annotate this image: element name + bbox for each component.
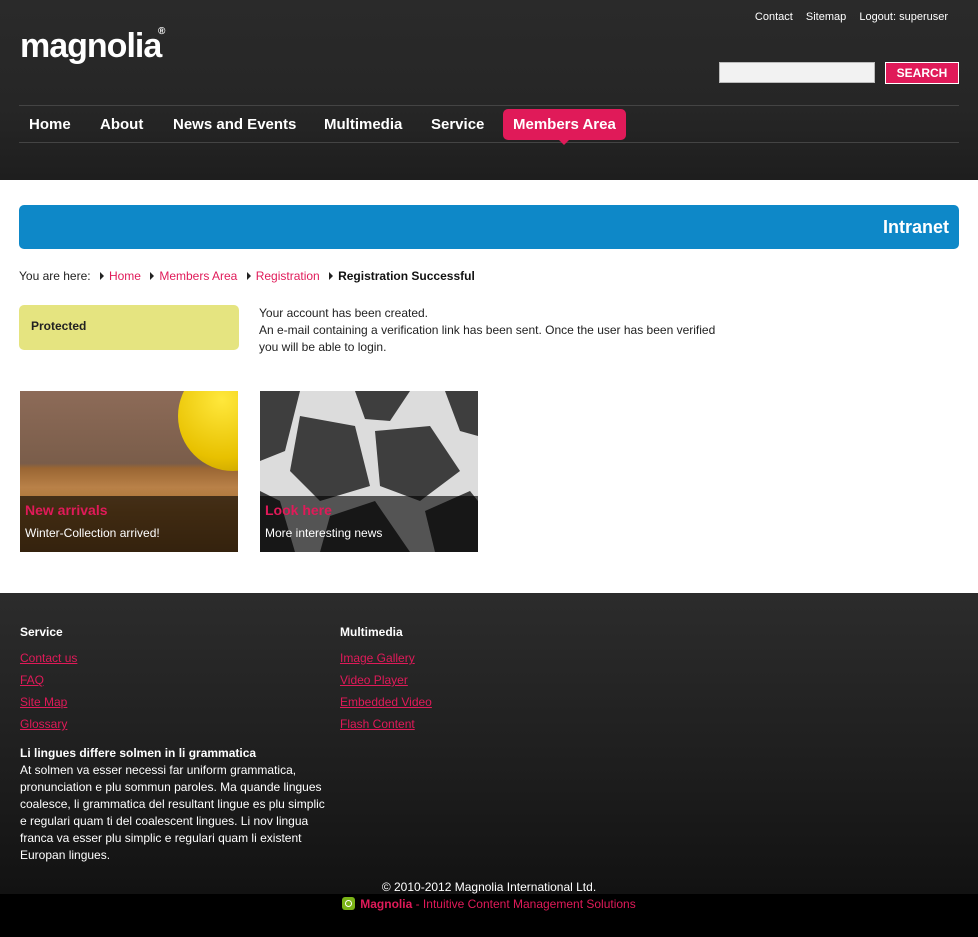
- powered-by[interactable]: Magnolia - Intuitive Content Management …: [0, 897, 978, 911]
- protected-label: Protected: [31, 319, 87, 333]
- footer-column-heading: Service: [20, 625, 63, 639]
- footer-text-block: Li lingues differe solmen in li grammati…: [20, 745, 325, 864]
- logo-registered-mark: ®: [158, 26, 166, 37]
- magnolia-icon: [342, 897, 356, 910]
- nav-item-service[interactable]: Service: [421, 109, 494, 140]
- breadcrumb-arrow-icon: [246, 272, 251, 280]
- logo-wordmark: magnolia: [20, 27, 162, 65]
- footer-link-glossary[interactable]: Glossary: [20, 713, 77, 735]
- nav-item-multimedia[interactable]: Multimedia: [314, 109, 412, 140]
- footer-link-image-gallery[interactable]: Image Gallery: [340, 647, 432, 669]
- breadcrumb-arrow-icon: [99, 272, 104, 280]
- teaser-title[interactable]: Look here: [265, 502, 332, 518]
- powered-text[interactable]: - Intuitive Content Management Solutions: [412, 897, 636, 911]
- footer-link-embedded-video[interactable]: Embedded Video: [340, 691, 432, 713]
- search-input[interactable]: [719, 62, 875, 83]
- breadcrumb-link-registration[interactable]: Registration: [256, 269, 320, 283]
- logout-link[interactable]: Logout: superuser: [859, 11, 948, 23]
- top-links: Contact Sitemap Logout: superuser: [745, 11, 948, 23]
- contact-link[interactable]: Contact: [755, 11, 793, 23]
- footer-link-flash-content[interactable]: Flash Content: [340, 713, 432, 735]
- teaser-caption: Look here More interesting news: [260, 496, 478, 552]
- breadcrumb-arrow-icon: [150, 272, 155, 280]
- site-header: magnolia ® Contact Sitemap Logout: super…: [0, 0, 978, 180]
- site-footer: Service Contact us FAQ Site Map Glossary…: [0, 593, 978, 937]
- footer-text-heading: Li lingues differe solmen in li grammati…: [20, 746, 257, 760]
- section-banner: Intranet: [19, 205, 959, 249]
- teaser-new-arrivals[interactable]: New arrivals Winter-Collection arrived!: [20, 391, 238, 552]
- footer-link-site-map[interactable]: Site Map: [20, 691, 77, 713]
- footer-link-video-player[interactable]: Video Player: [340, 669, 432, 691]
- footer-column-heading: Multimedia: [340, 625, 403, 639]
- main-navigation: Home About News and Events Multimedia Se…: [19, 105, 959, 145]
- registration-message: Your account has been created. An e-mail…: [259, 305, 729, 356]
- breadcrumb-arrow-icon: [329, 272, 334, 280]
- nav-item-about[interactable]: About: [90, 109, 153, 140]
- breadcrumb-link-home[interactable]: Home: [109, 269, 141, 283]
- protected-badge: Protected: [19, 305, 239, 350]
- teaser-title[interactable]: New arrivals: [25, 502, 108, 518]
- breadcrumb-link-members-area[interactable]: Members Area: [159, 269, 237, 283]
- footer-column-service: Service Contact us FAQ Site Map Glossary: [20, 625, 77, 735]
- teaser-description: Winter-Collection arrived!: [25, 526, 160, 540]
- message-line-2: An e-mail containing a verification link…: [259, 323, 716, 354]
- teaser-image-yellow-object: [178, 391, 238, 471]
- message-line-1: Your account has been created.: [259, 306, 429, 320]
- magnolia-logo[interactable]: magnolia ®: [20, 26, 180, 70]
- nav-item-members-area[interactable]: Members Area: [503, 109, 626, 145]
- copyright: © 2010-2012 Magnolia International Ltd.: [381, 880, 597, 894]
- footer-link-faq[interactable]: FAQ: [20, 669, 77, 691]
- teaser-look-here[interactable]: Look here More interesting news: [260, 391, 478, 552]
- sitemap-link[interactable]: Sitemap: [806, 11, 846, 23]
- nav-item-home[interactable]: Home: [19, 109, 81, 140]
- teaser-description: More interesting news: [265, 526, 383, 540]
- breadcrumb-prefix: You are here:: [19, 269, 91, 283]
- teaser-caption: New arrivals Winter-Collection arrived!: [20, 496, 238, 552]
- banner-title: Intranet: [882, 217, 949, 237]
- powered-brand[interactable]: Magnolia: [360, 897, 412, 911]
- nav-item-news-and-events[interactable]: News and Events: [163, 109, 306, 140]
- breadcrumb-current: Registration Successful: [338, 269, 475, 283]
- footer-link-contact-us[interactable]: Contact us: [20, 647, 77, 669]
- search-button[interactable]: SEARCH: [885, 62, 959, 84]
- footer-column-multimedia: Multimedia Image Gallery Video Player Em…: [340, 625, 432, 735]
- footer-text-body: At solmen va esser necessi far uniform g…: [20, 763, 325, 862]
- breadcrumb: You are here: Home Members Area Registra…: [19, 269, 475, 283]
